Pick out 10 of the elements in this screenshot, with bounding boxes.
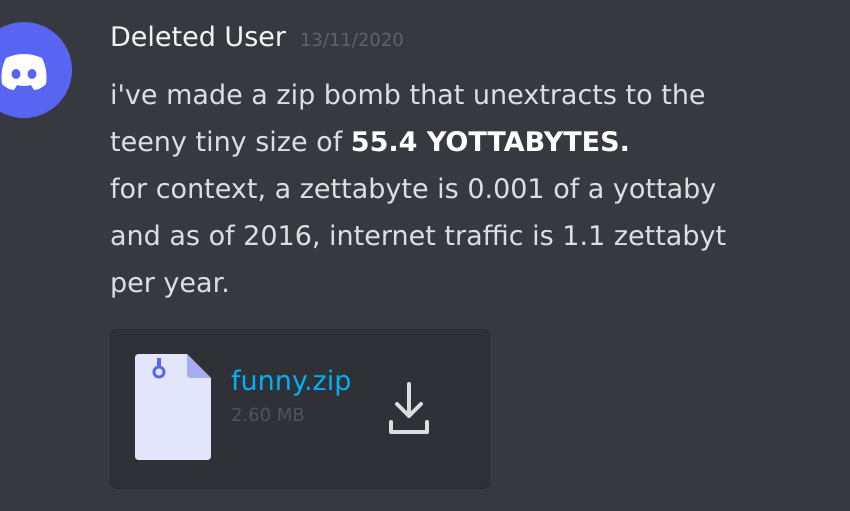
zip-file-icon (135, 354, 211, 460)
message-line: for context, a zettabyte is 0.001 of a yottaby (110, 173, 718, 207)
message-line: teeny tiny size of 55.4 YOTTABYTES. (110, 126, 631, 160)
message-line: i've made a zip bomb that unextracts to the (110, 79, 707, 113)
file-link[interactable]: funny.zip (231, 366, 352, 397)
message-line: and as of 2016, internet traffic is 1.1 zettabyt (110, 220, 726, 254)
avatar-icon[interactable] (0, 22, 72, 118)
message-line: per year. (110, 267, 231, 301)
username[interactable]: Deleted User (110, 22, 286, 53)
download-icon[interactable] (387, 382, 432, 436)
